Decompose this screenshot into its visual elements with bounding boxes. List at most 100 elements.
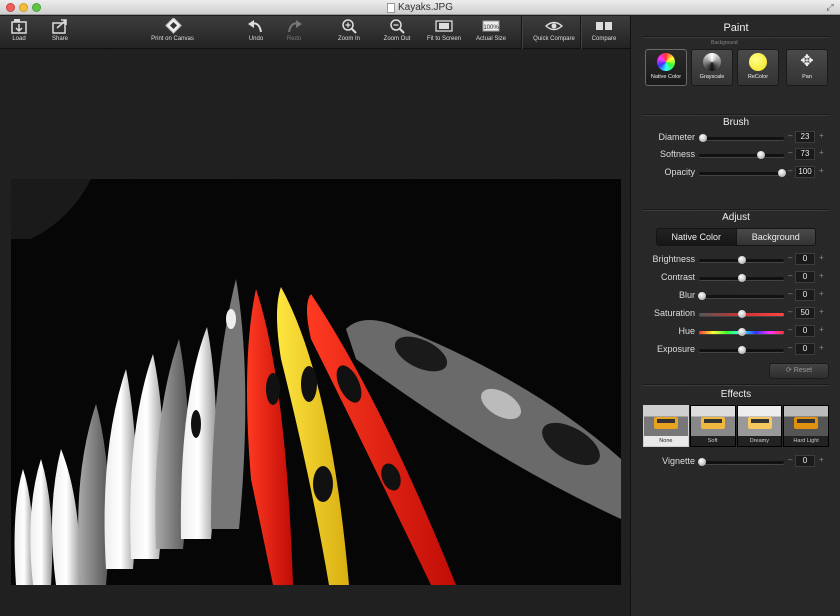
effect-thumbnail [784, 406, 828, 436]
increment-button[interactable]: + [819, 166, 824, 175]
exposure-value[interactable]: 0 [795, 343, 815, 355]
compare-icon [596, 22, 612, 30]
increment-button[interactable]: + [819, 131, 824, 140]
vignette-value[interactable]: 0 [795, 455, 815, 467]
slider-thumb[interactable] [737, 346, 746, 354]
diameter-value[interactable]: 23 [795, 131, 815, 143]
saturation-slider[interactable] [699, 310, 784, 318]
load-button[interactable]: Load [8, 18, 30, 48]
minimize-window-button[interactable] [19, 3, 28, 12]
close-window-button[interactable] [6, 3, 15, 12]
increment-button[interactable]: + [819, 307, 824, 316]
decrement-button[interactable]: – [788, 289, 792, 298]
slider-thumb[interactable] [737, 310, 746, 318]
effect-hard-light[interactable]: Hard Light [783, 405, 829, 447]
slider-thumb[interactable] [698, 458, 707, 466]
main-toolbar: Load Share Print on Canvas Undo Redo Zoo… [0, 16, 630, 49]
increment-button[interactable]: + [819, 343, 824, 352]
slider-thumb[interactable] [737, 328, 746, 336]
increment-button[interactable]: + [819, 148, 824, 157]
redo-button[interactable]: Redo [284, 18, 304, 48]
fullscreen-icon[interactable]: ⤢ [825, 2, 835, 12]
actual-size-button[interactable]: 100% Actual Size [474, 18, 508, 48]
slider-label: Softness [659, 149, 695, 159]
document-icon [386, 2, 395, 13]
contrast-value[interactable]: 0 [795, 271, 815, 283]
decrement-button[interactable]: – [788, 253, 792, 262]
decrement-button[interactable]: – [788, 343, 792, 352]
toolbar-separator [521, 16, 522, 49]
blur-value[interactable]: 0 [795, 289, 815, 301]
slider-label: Brightness [652, 254, 695, 264]
undo-button[interactable]: Undo [246, 18, 266, 48]
blur-slider[interactable] [698, 292, 784, 300]
decrement-button[interactable]: – [788, 307, 792, 316]
zoom-out-button[interactable]: Zoom Out [382, 18, 412, 48]
opacity-slider[interactable] [699, 169, 787, 177]
canvas-area[interactable] [0, 50, 630, 616]
brightness-slider[interactable] [699, 256, 784, 264]
contrast-slider-row: Contrast – 0 + [631, 271, 840, 285]
diameter-slider-row: Diameter – 23 + [631, 131, 840, 145]
diameter-slider[interactable] [699, 134, 784, 142]
effect-soft[interactable]: Soft [689, 405, 736, 447]
share-button[interactable]: Share [48, 18, 72, 48]
effect-dreamy[interactable]: Dreamy [736, 405, 783, 447]
slider-thumb[interactable] [737, 256, 746, 264]
slider-label: Exposure [656, 344, 695, 354]
fit-to-screen-button[interactable]: Fit to Screen [423, 18, 465, 48]
refresh-icon: ⟳ [785, 367, 792, 374]
blur-slider-row: Blur – 0 + [631, 289, 840, 303]
slider-thumb[interactable] [778, 169, 787, 177]
compare-button[interactable]: Compare [588, 18, 620, 48]
slider-thumb[interactable] [757, 151, 766, 159]
contrast-slider[interactable] [699, 274, 784, 282]
saturation-slider-row: Saturation – 50 + [631, 307, 840, 321]
native-color-mode-button[interactable]: Native Color [645, 49, 687, 86]
decrement-button[interactable]: – [788, 271, 792, 280]
slider-label: Vignette [662, 456, 695, 466]
photo-image[interactable] [11, 179, 621, 585]
quick-compare-button[interactable]: Quick Compare [531, 18, 577, 48]
slider-thumb[interactable] [698, 292, 707, 300]
recolor-mode-button[interactable]: ReColor [737, 49, 779, 86]
zoom-out-icon [390, 19, 405, 34]
slider-thumb[interactable] [699, 134, 708, 142]
reset-button[interactable]: ⟳ Reset [769, 363, 829, 379]
zoom-window-button[interactable] [32, 3, 41, 12]
redo-icon [288, 20, 302, 33]
zoom-in-button[interactable]: Zoom In [336, 18, 362, 48]
exposure-slider[interactable] [699, 346, 784, 354]
share-icon [52, 19, 67, 34]
slider-thumb[interactable] [737, 274, 746, 282]
hue-slider[interactable] [699, 328, 784, 336]
decrement-button[interactable]: – [788, 148, 792, 157]
decrement-button[interactable]: – [788, 131, 792, 140]
pan-mode-button[interactable]: ✥ Pan [786, 49, 828, 86]
divider [643, 36, 829, 37]
increment-button[interactable]: + [819, 325, 824, 334]
side-panel: Paint Background Native Color Grayscale … [630, 16, 840, 616]
decrement-button[interactable]: – [788, 325, 792, 334]
saturation-value[interactable]: 50 [795, 307, 815, 319]
vignette-slider[interactable] [698, 458, 784, 466]
print-on-canvas-button[interactable]: Print on Canvas [145, 18, 200, 48]
increment-button[interactable]: + [819, 289, 824, 298]
hue-value[interactable]: 0 [795, 325, 815, 337]
tab-native-color[interactable]: Native Color [657, 229, 736, 245]
tab-background[interactable]: Background [735, 229, 815, 245]
increment-button[interactable]: + [819, 271, 824, 280]
decrement-button[interactable]: – [788, 455, 792, 464]
grayscale-mode-button[interactable]: Grayscale [691, 49, 733, 86]
effects-section-title: Effects [720, 389, 752, 400]
load-icon [11, 19, 27, 34]
softness-value[interactable]: 73 [795, 148, 815, 160]
softness-slider[interactable] [699, 151, 784, 159]
effect-none[interactable]: None [643, 405, 689, 447]
decrement-button[interactable]: – [788, 166, 792, 175]
brightness-slider-row: Brightness – 0 + [631, 253, 840, 267]
opacity-value[interactable]: 100 [795, 166, 815, 178]
increment-button[interactable]: + [819, 455, 824, 464]
brightness-value[interactable]: 0 [795, 253, 815, 265]
increment-button[interactable]: + [819, 253, 824, 262]
